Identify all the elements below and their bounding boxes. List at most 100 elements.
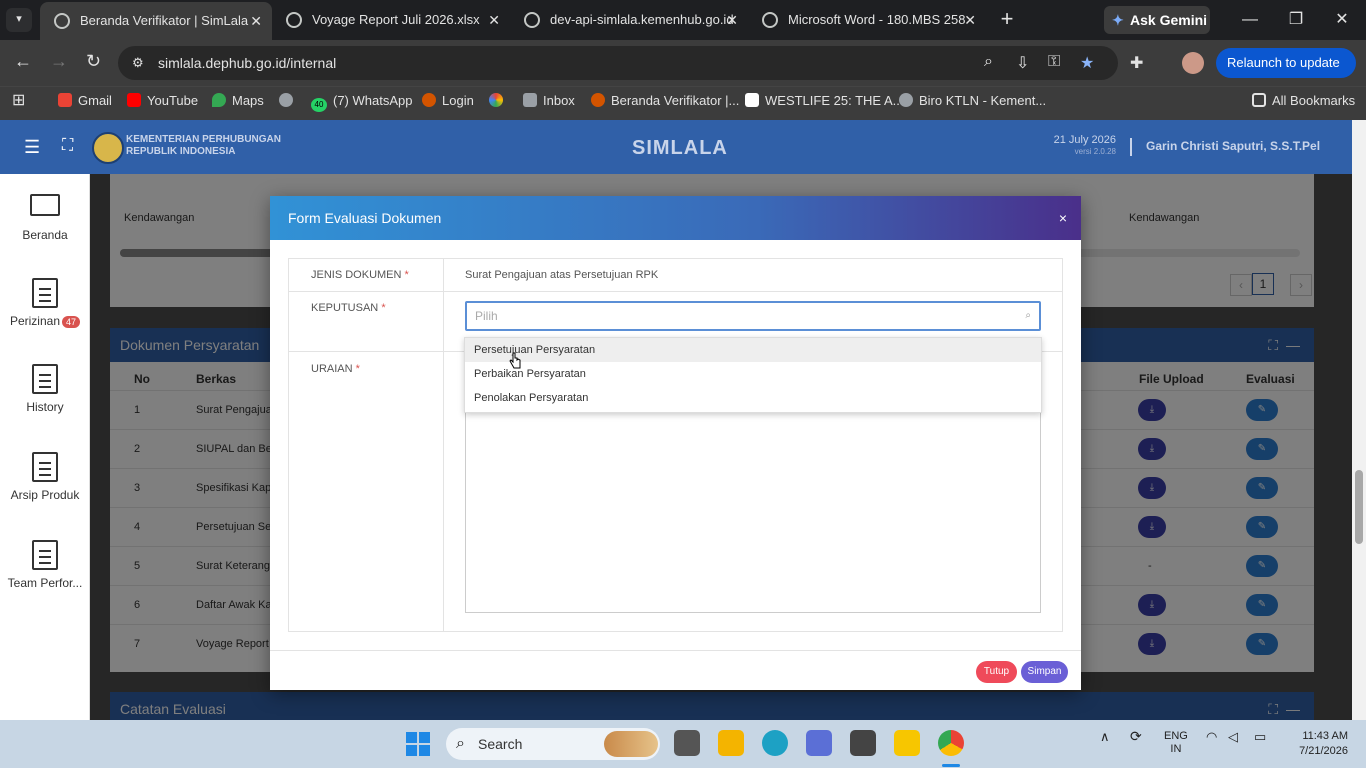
browser-toolbar: ← → ↻ ⚙ simlala.dephub.go.id/internal ⌕ …: [0, 40, 1366, 100]
sidebar-item-perizinan[interactable]: Perizinan 47: [0, 278, 90, 328]
bookmark-maps[interactable]: Maps: [212, 87, 264, 115]
uraian-textarea[interactable]: [465, 407, 1041, 613]
close-window-button[interactable]: ✕: [1322, 6, 1362, 34]
start-button[interactable]: [406, 732, 430, 756]
site-info-icon[interactable]: ⚙: [132, 55, 148, 71]
back-icon[interactable]: ←: [14, 51, 32, 72]
all-bookmarks[interactable]: All Bookmarks: [1252, 87, 1355, 115]
column-divider: [443, 259, 444, 631]
file-explorer-icon[interactable]: [718, 730, 744, 756]
tab-microsoft-word[interactable]: Microsoft Word - 180.MBS 258 ✕: [748, 4, 986, 36]
sidebar-item-beranda[interactable]: Beranda: [0, 194, 90, 242]
battery-icon[interactable]: ▭: [1254, 730, 1266, 743]
scrollbar-thumb[interactable]: [1355, 470, 1363, 544]
ask-gemini-button[interactable]: ✦ Ask Gemini: [1104, 6, 1210, 34]
new-tab-button[interactable]: +: [994, 6, 1020, 32]
profile-avatar[interactable]: [1182, 52, 1204, 74]
windows-taskbar: ⌕ Search ∧ ⟳ ENG IN ◠ ◁ ▭ 11:43 AM 7/21/…: [0, 720, 1366, 768]
close-tab-icon[interactable]: ✕: [250, 2, 262, 40]
bookmark-inbox[interactable]: Inbox: [523, 87, 575, 115]
tab-search-button[interactable]: ▾: [6, 8, 32, 32]
close-tab-icon[interactable]: ✕: [488, 4, 500, 36]
bookmark-westlife[interactable]: WESTLIFE 25: THE A...: [745, 87, 903, 115]
evaluation-modal: Form Evaluasi Dokumen × JENIS DOKUMEN * …: [270, 196, 1081, 690]
modal-header: Form Evaluasi Dokumen ×: [270, 196, 1081, 240]
app-header: ☰ ⛶ KEMENTERIAN PERHUBUNGAN REPUBLIK IND…: [0, 120, 1352, 174]
task-view-icon[interactable]: [674, 730, 700, 756]
simpan-button[interactable]: Simpan: [1021, 661, 1068, 683]
reload-icon[interactable]: ↻: [86, 51, 101, 72]
close-tab-icon[interactable]: ✕: [964, 4, 976, 36]
zoom-icon[interactable]: ⌕: [984, 53, 993, 71]
extensions-icon[interactable]: ✚: [1130, 53, 1143, 73]
folder-icon: [1252, 93, 1266, 107]
search-icon: ⌕: [456, 735, 465, 752]
jenis-dokumen-value: Surat Pengajuan atas Persetujuan RPK: [465, 269, 659, 281]
hamburger-menu-icon[interactable]: ☰: [24, 137, 40, 158]
option-persetujuan[interactable]: Persetujuan Persyaratan: [465, 338, 1041, 362]
wifi-icon[interactable]: ◠: [1206, 730, 1217, 743]
tutup-button[interactable]: Tutup: [976, 661, 1017, 683]
bookmark-whatsapp[interactable]: 40 (7) WhatsApp: [311, 87, 412, 115]
keputusan-label: KEPUTUSAN *: [311, 302, 386, 314]
bookmark-biro-ktln[interactable]: Biro KTLN - Kement...: [899, 87, 1046, 115]
option-perbaikan[interactable]: Perbaikan Persyaratan: [465, 362, 1041, 386]
forward-icon[interactable]: →: [50, 51, 68, 72]
relaunch-button[interactable]: Relaunch to update ⋮: [1216, 48, 1356, 100]
maps-pin-icon: [212, 93, 226, 107]
bookmark-star-icon[interactable]: ★: [1080, 53, 1094, 73]
chrome-icon[interactable]: [938, 730, 964, 756]
jenis-dokumen-label: JENIS DOKUMEN *: [311, 269, 409, 281]
sidebar-item-history[interactable]: History: [0, 364, 90, 414]
volume-icon[interactable]: ◁: [1228, 730, 1238, 743]
bookmark-pinwheel[interactable]: [489, 87, 509, 115]
globe-icon: [54, 13, 70, 29]
bookmark-globe[interactable]: [279, 87, 299, 115]
bookmark-gmail[interactable]: Gmail: [58, 87, 112, 115]
show-hidden-icons[interactable]: ∧: [1100, 730, 1110, 743]
system-clock[interactable]: 11:43 AM 7/21/2026: [1299, 729, 1348, 759]
modal-close-button[interactable]: ×: [1059, 196, 1067, 240]
header-divider: [1130, 138, 1132, 156]
tab-beranda-verifikator[interactable]: Beranda Verifikator | SimLala ✕: [40, 2, 272, 40]
globe-icon: [524, 12, 540, 28]
sync-icon[interactable]: ⟳: [1130, 729, 1142, 743]
search-icon: ⌕: [1025, 310, 1031, 321]
notification-badge: 47: [62, 316, 81, 328]
address-bar[interactable]: ⚙ simlala.dephub.go.id/internal: [118, 46, 1118, 80]
camera-icon[interactable]: [850, 730, 876, 756]
tab-voyage-report[interactable]: Voyage Report Juli 2026.xlsx ✕: [272, 4, 510, 36]
apps-grid-icon[interactable]: ⊞: [12, 87, 25, 115]
sidebar-item-arsip-produk[interactable]: Arsip Produk: [0, 452, 90, 502]
browser-tab-strip: ▾ Beranda Verifikator | SimLala ✕ Voyage…: [0, 0, 1366, 40]
language-indicator[interactable]: ENG IN: [1164, 730, 1188, 756]
bookmark-beranda[interactable]: Beranda Verifikator |...: [591, 87, 739, 115]
site-icon: [591, 93, 605, 107]
tab-dev-api[interactable]: dev-api-simlala.kemenhub.go.id ✕: [510, 4, 748, 36]
restore-button[interactable]: ❐: [1276, 6, 1316, 34]
bookmark-login[interactable]: Login: [422, 87, 474, 115]
footer-divider: [270, 650, 1081, 651]
sticky-notes-icon[interactable]: [894, 730, 920, 756]
minimize-button[interactable]: —: [1230, 6, 1270, 34]
form-table: JENIS DOKUMEN * Surat Pengajuan atas Per…: [288, 258, 1063, 632]
password-key-icon[interactable]: ⚿: [1048, 53, 1060, 71]
globe-icon: [279, 93, 293, 107]
page-scrollbar[interactable]: [1352, 120, 1366, 720]
user-name[interactable]: Garin Christi Saputri, S.S.T.Pel: [1146, 139, 1320, 153]
edge-icon[interactable]: [762, 730, 788, 756]
globe-icon: [286, 12, 302, 28]
install-icon[interactable]: ⇩: [1016, 53, 1029, 73]
inbox-icon: [523, 93, 537, 107]
taskbar-search[interactable]: ⌕ Search: [446, 728, 660, 760]
fullscreen-icon[interactable]: ⛶: [62, 137, 73, 155]
close-tab-icon[interactable]: ✕: [726, 4, 738, 36]
bookmark-youtube[interactable]: YouTube: [127, 87, 198, 115]
copilot-icon[interactable]: [806, 730, 832, 756]
gemini-icon: ✦: [1112, 12, 1124, 28]
option-penolakan[interactable]: Penolakan Persyaratan: [465, 386, 1041, 410]
search-highlight-image: [604, 731, 658, 757]
sidebar-item-team-performance[interactable]: Team Perfor...: [0, 540, 90, 590]
keputusan-select[interactable]: Pilih ⌕: [465, 301, 1041, 331]
active-app-indicator: [942, 764, 960, 767]
